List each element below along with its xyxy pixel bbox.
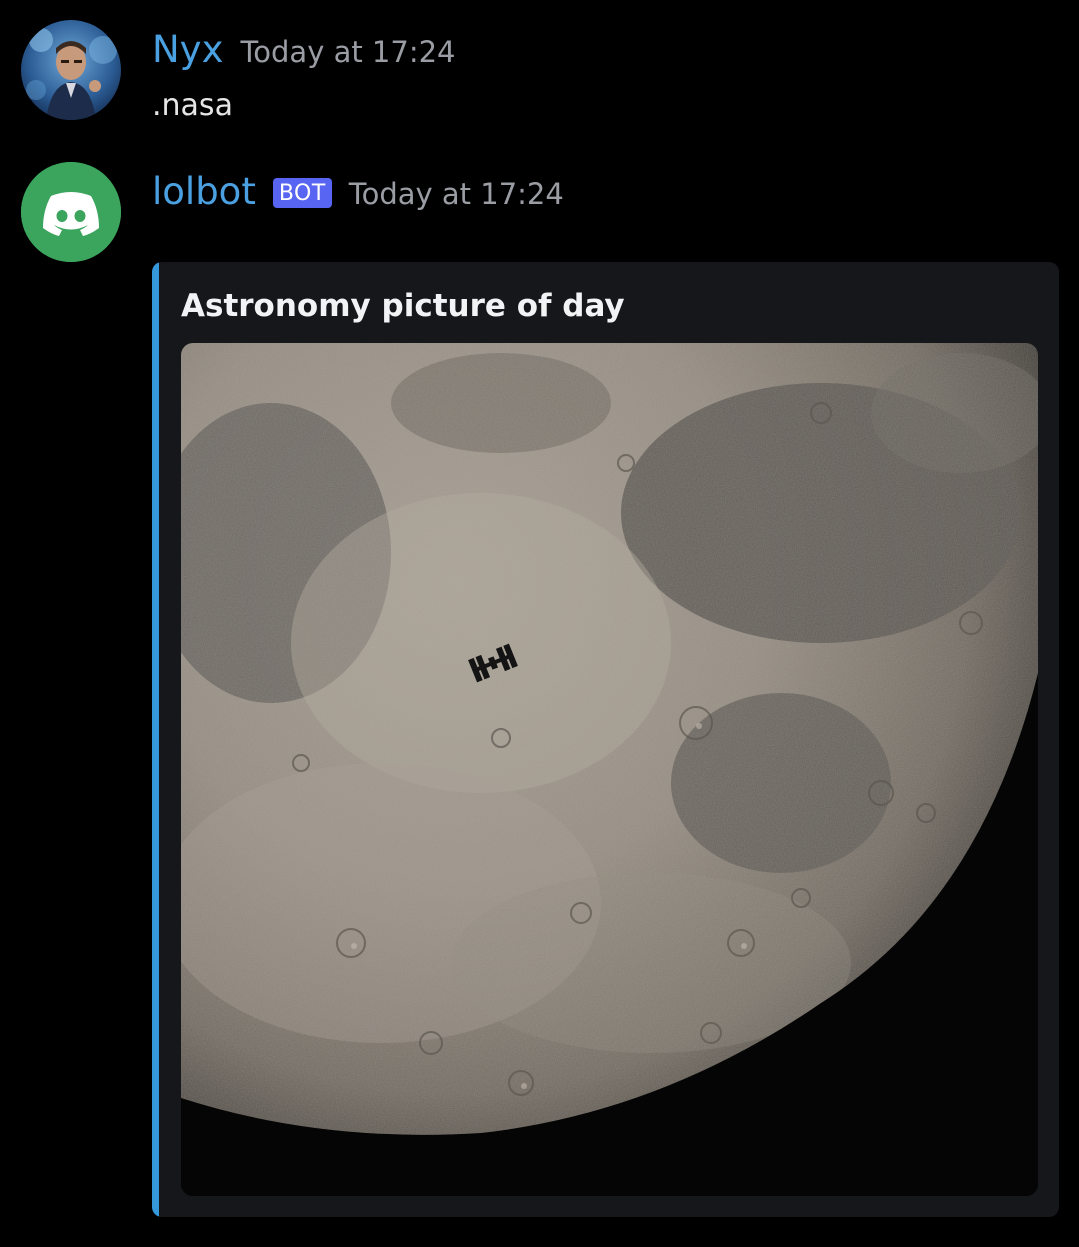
bot-badge: BOT — [272, 178, 332, 208]
embed-title: Astronomy picture of day — [181, 288, 625, 324]
embed-accent-bar — [152, 262, 159, 1217]
username[interactable]: Nyx — [152, 28, 223, 71]
message-nyx: Nyx Today at 17:24 .nasa — [0, 0, 1079, 140]
message-header: Nyx Today at 17:24 — [152, 28, 456, 71]
user-avatar[interactable] — [21, 20, 121, 120]
bot-avatar[interactable] — [21, 162, 121, 262]
timestamp[interactable]: Today at 17:24 — [349, 177, 564, 211]
moon-with-iss-photo — [181, 343, 1038, 1196]
discord-logo-icon — [21, 162, 121, 262]
username[interactable]: lolbot — [152, 170, 256, 213]
message-content: .nasa — [152, 88, 233, 123]
embed-image[interactable] — [181, 343, 1038, 1196]
message-header: lolbot BOT Today at 17:24 — [152, 170, 564, 213]
embed-card: Astronomy picture of day — [152, 262, 1059, 1217]
timestamp[interactable]: Today at 17:24 — [240, 35, 455, 69]
